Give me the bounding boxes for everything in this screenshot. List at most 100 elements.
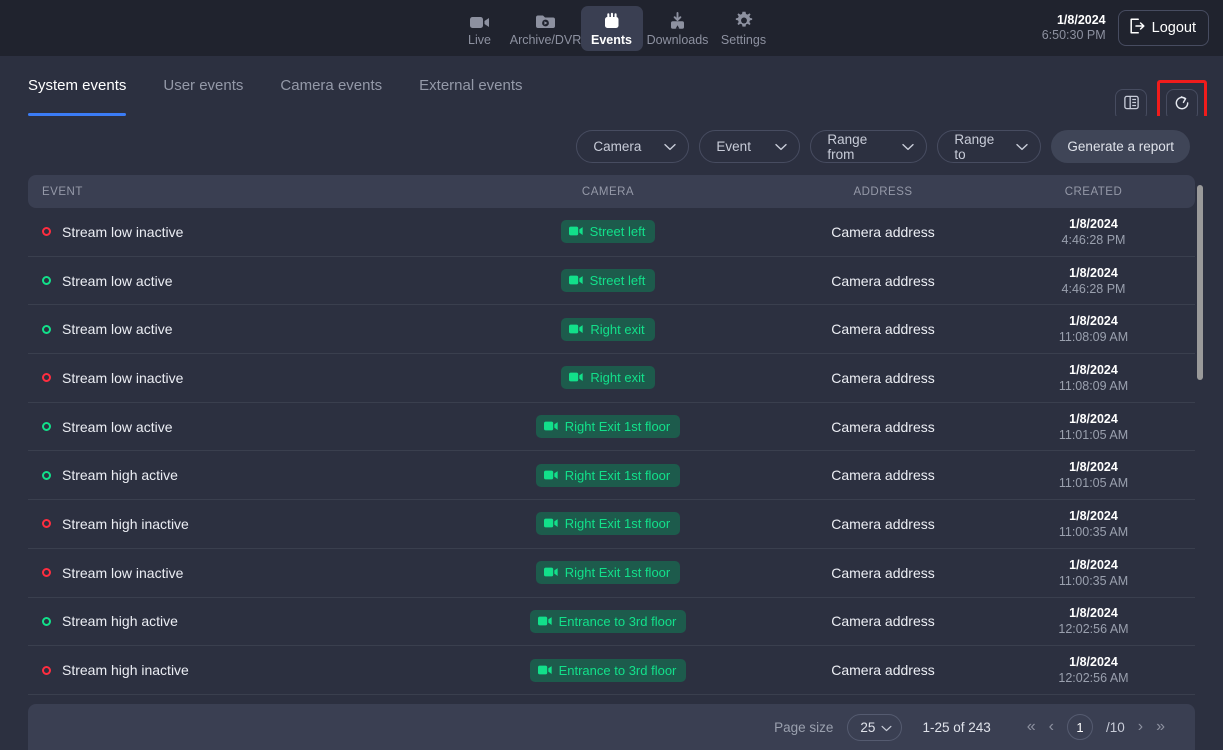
cell-created: 1/8/2024 11:01:05 AM — [1008, 459, 1195, 491]
table-row[interactable]: Stream high active Right Exit 1st floor Ca… — [28, 451, 1195, 501]
table-row[interactable]: Stream high inactive Right Exit 1st floor… — [28, 500, 1195, 549]
pagination-controls: « ‹ 1 /10 › » — [1027, 714, 1165, 740]
table-row[interactable]: Stream low active Right exit Camera addres… — [28, 305, 1195, 355]
camera-badge[interactable]: Right Exit 1st floor — [535, 512, 681, 536]
cell-created: 1/8/2024 4:46:28 PM — [1008, 216, 1195, 248]
cell-event: Stream low active — [28, 419, 458, 435]
table-row[interactable]: Stream low active Street left Camera addre… — [28, 257, 1195, 306]
event-name: Stream low active — [62, 321, 173, 338]
events-panel: Camera Event Range from Range to Generat… — [0, 116, 1223, 750]
cell-address: Camera address — [831, 564, 935, 581]
camera-filter-select[interactable]: Camera — [576, 130, 690, 163]
camera-badge[interactable]: Street left — [560, 220, 656, 244]
camera-name: Right Exit 1st floor — [564, 516, 671, 532]
camera-badge[interactable]: Entrance to 3rd floor — [529, 609, 687, 633]
nav-label-events: Events — [591, 32, 632, 47]
nav-item-events[interactable]: Events — [580, 5, 643, 51]
logout-label: Logout — [1151, 20, 1196, 36]
column-header-created: CREATED — [1064, 185, 1123, 198]
tab-label-camera-events: Camera events — [280, 77, 383, 94]
cell-created: 1/8/2024 12:02:56 AM — [1008, 605, 1195, 637]
filters-bar: Camera Event Range from Range to Generat… — [0, 116, 1223, 175]
gear-icon — [734, 11, 754, 30]
header-date: 1/8/2024 — [1056, 13, 1106, 27]
cell-address: Camera address — [831, 613, 935, 630]
table-vertical-scrollbar[interactable] — [1197, 185, 1203, 380]
table-row[interactable]: Stream low active Right Exit 1st floor Cam… — [28, 403, 1195, 452]
table-row[interactable]: Stream high active Entrance to 3rd floor C… — [28, 598, 1195, 647]
nav-item-archive-dvr[interactable]: Archive/DVR — [510, 6, 581, 51]
range-to-select[interactable]: Range to — [937, 130, 1042, 163]
event-name: Stream low inactive — [62, 564, 184, 581]
next-page-button[interactable]: › — [1138, 719, 1143, 735]
camera-name: Entrance to 3rd floor — [558, 662, 677, 678]
video-camera-icon — [568, 224, 583, 239]
nav-item-downloads[interactable]: Downloads — [647, 6, 709, 51]
nav-label-downloads: Downloads — [646, 32, 709, 47]
table-row[interactable]: Stream low inactive Street left Camera add… — [28, 208, 1195, 257]
cell-address: Camera address — [831, 662, 935, 679]
camera-badge[interactable]: Right exit — [561, 366, 655, 390]
cell-event: Stream high active — [28, 613, 458, 629]
camera-badge[interactable]: Right Exit 1st floor — [535, 561, 681, 585]
camera-badge[interactable]: Right Exit 1st floor — [535, 463, 681, 487]
created-date: 1/8/2024 — [1069, 606, 1118, 621]
camera-badge[interactable]: Entrance to 3rd floor — [529, 658, 687, 682]
column-header-address: ADDRESS — [853, 185, 913, 198]
cell-event: Stream low active — [28, 321, 458, 337]
last-page-button[interactable]: » — [1156, 719, 1165, 735]
event-filter-select[interactable]: Event — [699, 130, 801, 163]
events-tabs-bar: System events User events Camera events … — [0, 56, 1223, 116]
prev-page-button[interactable]: ‹ — [1049, 719, 1054, 735]
nav-item-live[interactable]: Live — [449, 6, 511, 51]
cell-created: 1/8/2024 11:08:09 AM — [1008, 362, 1195, 394]
status-indicator-green — [42, 276, 51, 286]
created-time: 12:02:56 AM — [1058, 622, 1129, 637]
camera-badge[interactable]: Right exit — [561, 317, 655, 341]
status-indicator-green — [42, 470, 51, 480]
event-filter-label: Event — [716, 139, 751, 154]
table-row[interactable]: Stream high inactive Entrance to 3rd floo… — [28, 646, 1195, 695]
camera-badge[interactable]: Right Exit 1st floor — [535, 415, 681, 439]
created-date: 1/8/2024 — [1069, 655, 1118, 670]
cell-created: 1/8/2024 11:08:09 AM — [1008, 313, 1195, 345]
cell-event: Stream low inactive — [28, 224, 458, 240]
cell-camera: Right Exit 1st floor — [458, 415, 758, 439]
current-page-input[interactable]: 1 — [1066, 714, 1093, 740]
tab-system-events[interactable]: System events — [28, 77, 127, 116]
tab-user-events[interactable]: User events — [163, 77, 243, 116]
cell-event: Stream low active — [28, 273, 458, 289]
created-date: 1/8/2024 — [1069, 314, 1118, 329]
status-indicator-green — [42, 422, 51, 432]
tab-camera-events[interactable]: Camera events — [280, 77, 382, 116]
table-row[interactable]: Stream low inactive Right Exit 1st floor C… — [28, 549, 1195, 598]
cell-camera: Street left — [458, 269, 758, 293]
camera-badge[interactable]: Street left — [560, 269, 656, 293]
range-from-select[interactable]: Range from — [810, 130, 928, 163]
created-time: 11:00:35 AM — [1058, 524, 1129, 539]
columns-layout-icon — [1123, 94, 1140, 116]
cell-created: 1/8/2024 12:02:56 AM — [1008, 654, 1195, 686]
nav-label-settings: Settings — [720, 32, 767, 47]
header-right-section: 1/8/2024 6:50:30 PM Logout — [1042, 0, 1209, 56]
cell-camera: Right Exit 1st floor — [458, 561, 758, 585]
table-row[interactable]: Stream low inactive Right exit Camera addr… — [28, 354, 1195, 403]
cell-created: 1/8/2024 11:00:35 AM — [1008, 508, 1195, 540]
tab-label-external-events: External events — [419, 77, 523, 94]
status-indicator-red — [42, 665, 51, 675]
page-size-select[interactable]: 25 — [847, 713, 903, 741]
status-indicator-green — [42, 324, 51, 334]
first-page-button[interactable]: « — [1027, 719, 1036, 735]
cell-camera: Entrance to 3rd floor — [458, 658, 758, 682]
nav-item-settings[interactable]: Settings — [713, 6, 775, 51]
tab-external-events[interactable]: External events — [419, 77, 522, 116]
logout-button[interactable]: Logout — [1117, 10, 1209, 46]
generate-report-button[interactable]: Generate a report — [1051, 130, 1190, 163]
status-indicator-red — [42, 373, 51, 383]
cell-address: Camera address — [831, 515, 935, 532]
event-name: Stream high active — [62, 467, 178, 484]
event-name: Stream high inactive — [62, 662, 189, 679]
cell-camera: Right exit — [458, 317, 758, 341]
status-indicator-green — [42, 616, 51, 626]
cell-address: Camera address — [831, 321, 935, 338]
